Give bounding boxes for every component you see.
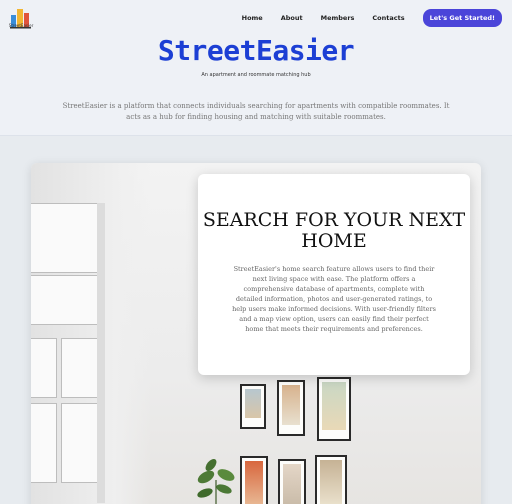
nav-contacts-link[interactable]: Contacts [372,14,404,22]
wall-art-6 [315,455,347,504]
wall-art-2 [277,380,305,436]
plant-icon [197,459,235,504]
wall-art-3 [317,377,351,441]
wall-art-4 [240,456,268,504]
get-started-button[interactable]: Let's Get Started! [422,9,502,27]
nav-members-link[interactable]: Members [321,14,355,22]
logo-text: StreetEasier [8,23,34,28]
top-nav: Home About Members Contacts Let's Get St… [242,9,502,27]
page-title: StreetEasier [157,34,355,67]
feature-card: SEARCH FOR YOUR NEXT HOME StreetEasier's… [198,174,470,375]
tagline: An apartment and roommate matching hub [201,72,311,78]
window-image [31,163,126,504]
feature-title: SEARCH FOR YOUR NEXT HOME [202,209,466,252]
feature-description: StreetEasier's home search feature allow… [232,265,436,333]
nav-home-link[interactable]: Home [242,14,263,22]
nav-about-link[interactable]: About [281,14,303,22]
wall-art-5 [278,459,306,504]
wall-art-1 [240,384,266,429]
hero-description: StreetEasier is a platform that connects… [62,102,450,121]
